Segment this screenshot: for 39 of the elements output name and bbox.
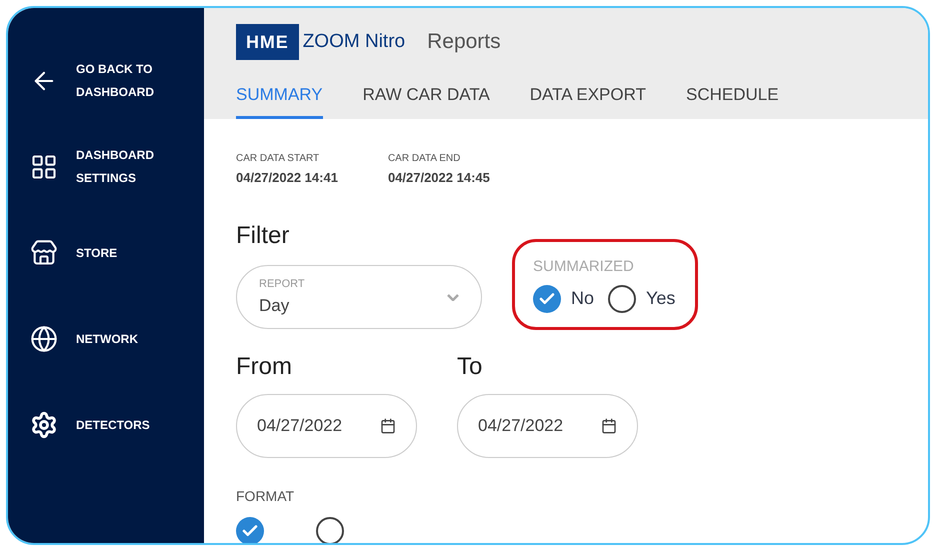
select-label: REPORT [259, 277, 305, 292]
page-title: Reports [427, 29, 501, 56]
select-value: Day [259, 294, 290, 317]
date-field[interactable]: 04/27/2022 [457, 394, 638, 458]
chevron-icon [447, 294, 459, 301]
date-heading: From [236, 352, 293, 382]
date-field[interactable]: 04/27/2022 [236, 394, 417, 458]
grid-icon [30, 153, 58, 181]
logo-text: ZOOM Nitro [302, 30, 406, 54]
radio-checked[interactable] [236, 516, 264, 543]
filter-heading: Filter [236, 221, 290, 251]
tab[interactable]: DATA EXPORT [530, 82, 646, 118]
radio-unchecked[interactable] [608, 284, 636, 312]
sidebar-label: NETWORK [76, 330, 139, 348]
date-heading: To [457, 352, 484, 382]
storefront-icon [30, 239, 58, 267]
logo-badge: HME [236, 24, 299, 60]
radio-unchecked[interactable] [316, 516, 344, 543]
calendar-icon [380, 418, 396, 434]
sidebar-label: STORE [76, 244, 118, 262]
tab[interactable]: RAW CAR DATA [362, 82, 490, 118]
data-value: 04/27/2022 14:41 [236, 168, 338, 186]
sidebar-label: GO BACK TO DASHBOARD [76, 61, 155, 101]
radio-label: No [571, 287, 594, 310]
data-label: CAR DATA END [388, 152, 462, 166]
globe-icon [30, 325, 58, 353]
radio-label: Yes [646, 287, 676, 310]
summarized-label: SUMMARIZED [533, 257, 635, 277]
sidebar-label: DETECTORS [76, 416, 151, 434]
format-label: FORMAT [236, 486, 296, 506]
tab[interactable]: SUMMARY [236, 82, 323, 118]
gear-icon [30, 411, 58, 439]
sidebar-label: DASHBOARD SETTINGS [76, 147, 155, 187]
radio-checked[interactable] [533, 284, 561, 312]
tab[interactable]: SCHEDULE [686, 82, 779, 118]
report-select[interactable]: REPORT Day [236, 265, 482, 330]
data-label: CAR DATA START [236, 152, 320, 166]
calendar-icon [601, 418, 617, 434]
data-value: 04/27/2022 14:45 [388, 168, 490, 186]
